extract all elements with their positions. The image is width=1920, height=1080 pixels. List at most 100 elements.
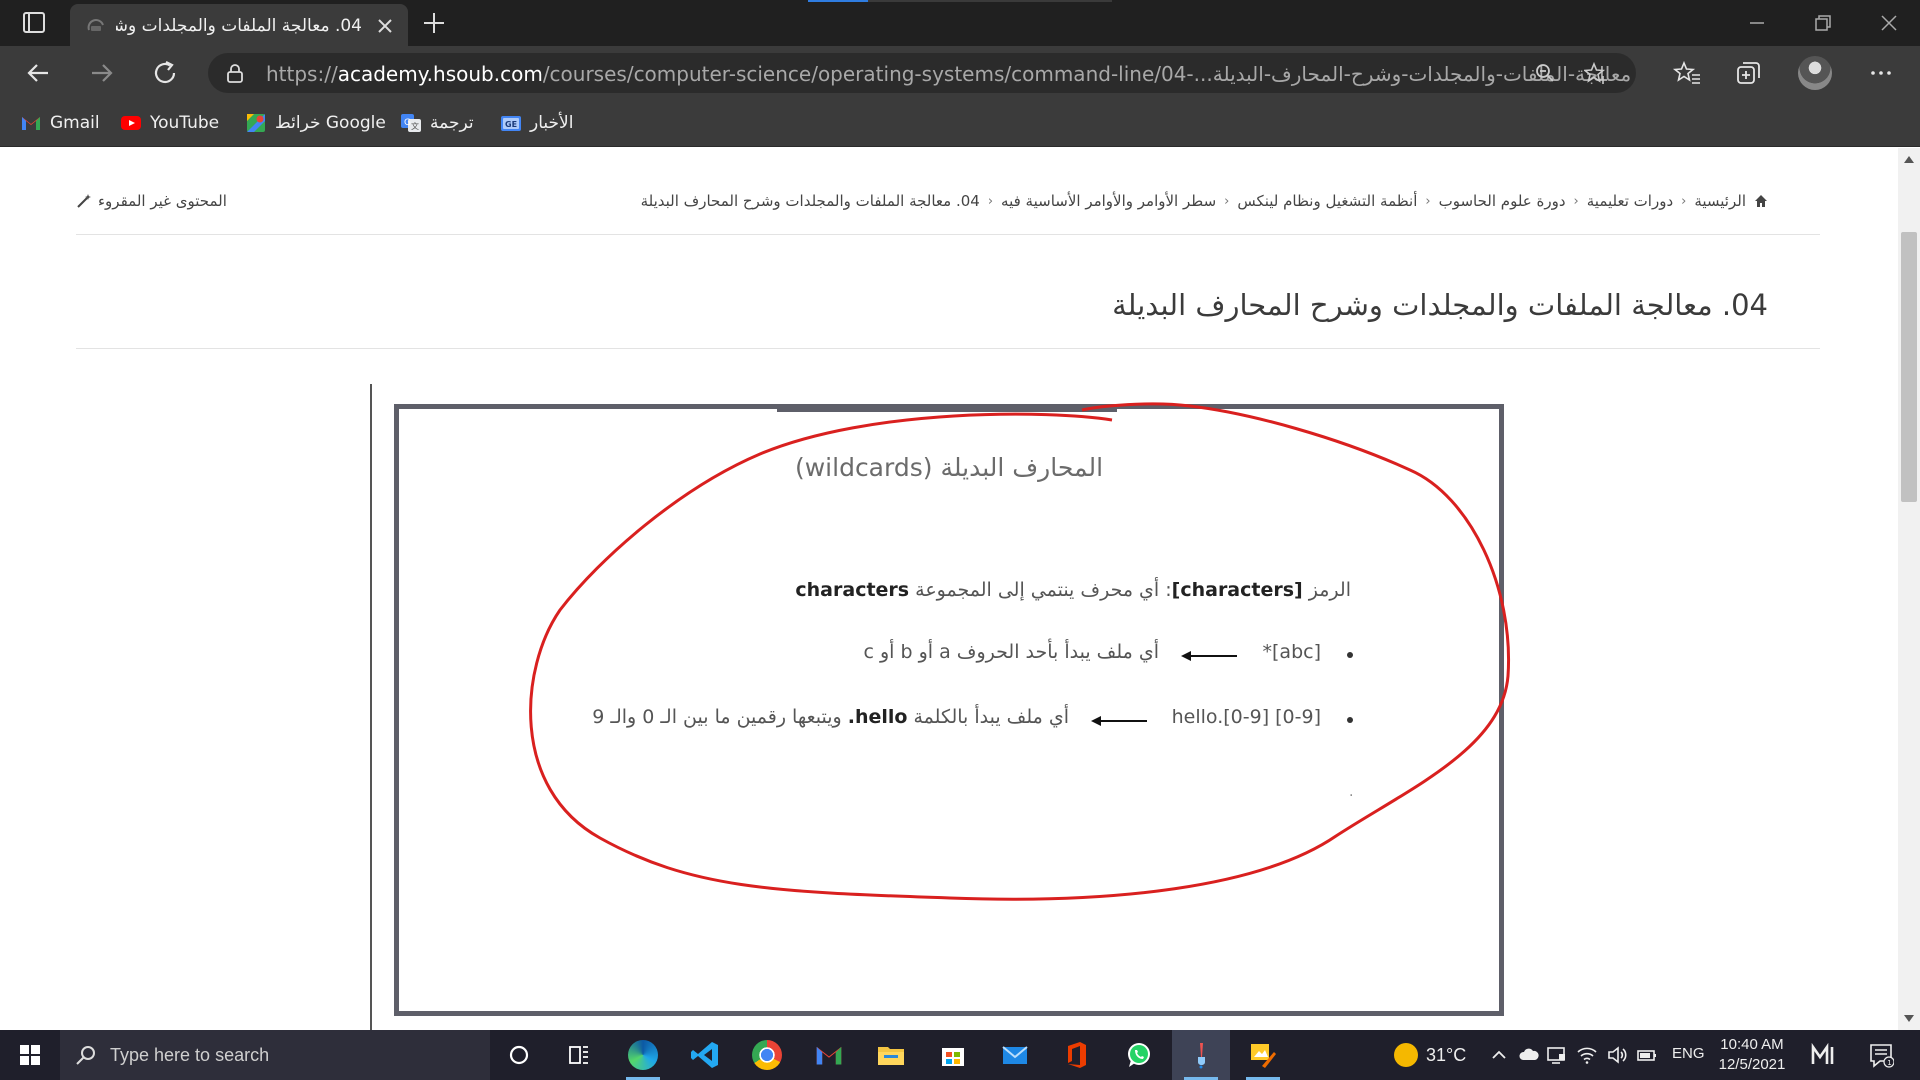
taskbar-search[interactable]: Type here to search	[60, 1030, 490, 1080]
close-window-icon[interactable]	[1878, 12, 1900, 34]
bookmark-gmail[interactable]: Gmail	[20, 110, 100, 136]
breadcrumb-home[interactable]: الرئيسية	[1694, 192, 1746, 210]
divider	[76, 234, 1820, 235]
taskbar-office[interactable]	[1048, 1030, 1106, 1080]
unread-content-link[interactable]: المحتوى غير المقروء	[76, 192, 227, 210]
intro-set: characters	[795, 579, 910, 601]
add-favorite-icon[interactable]	[1584, 61, 1608, 85]
battery-icon[interactable]	[1636, 1044, 1658, 1066]
windows-taskbar: Type here to search 31°C ENG 10:40 AM 12…	[0, 1030, 1920, 1080]
desc-bold: hello.	[847, 706, 908, 728]
lock-icon[interactable]	[224, 62, 246, 84]
bookmark-maps[interactable]: خرائط Google	[245, 110, 386, 136]
taskbar-paint-app[interactable]	[1172, 1030, 1230, 1080]
search-icon	[76, 1046, 95, 1065]
loading-indicator	[808, 0, 868, 2]
chrome-icon	[752, 1040, 782, 1070]
url-text[interactable]: https://academy.hsoub.com/courses/comput…	[266, 62, 1631, 86]
close-tab-icon[interactable]	[374, 15, 396, 37]
breadcrumb: الرئيسية ‹ دورات تعليمية ‹ دورة علوم الح…	[641, 192, 1768, 210]
paint-brush-icon	[1198, 1043, 1205, 1069]
notification-icon[interactable]: 1	[1868, 1042, 1894, 1068]
taskbar-mail[interactable]	[986, 1030, 1044, 1080]
favorites-icon[interactable]	[1672, 58, 1702, 88]
scroll-down-icon[interactable]	[1903, 1014, 1915, 1024]
taskbar-file-explorer[interactable]	[862, 1030, 920, 1080]
maps-icon	[247, 114, 265, 132]
cortana-button[interactable]	[490, 1030, 548, 1080]
taskbar-gmail[interactable]	[800, 1030, 858, 1080]
breadcrumb-separator-icon: ‹	[1573, 193, 1579, 209]
bookmark-translate[interactable]: G文 ترجمة	[400, 110, 474, 136]
taskbar-chrome[interactable]	[738, 1030, 796, 1080]
wifi-icon[interactable]	[1576, 1044, 1598, 1066]
new-tab-icon[interactable]	[420, 9, 448, 37]
tab-actions-icon[interactable]	[18, 10, 50, 36]
start-button[interactable]	[0, 1030, 60, 1080]
forward-icon[interactable]	[86, 58, 116, 88]
cloud-icon[interactable]	[1518, 1044, 1540, 1066]
slide-top-bar	[777, 404, 1117, 412]
page-content: الرئيسية ‹ دورات تعليمية ‹ دورة علوم الح…	[0, 148, 1898, 1030]
url-path: /courses/computer-science/operating-syst…	[542, 62, 1632, 86]
arrow-left-icon	[1181, 651, 1237, 661]
whatsapp-icon	[1128, 1043, 1150, 1067]
breadcrumb-command-line[interactable]: سطر الأوامر والأوامر الأساسية فيه	[1001, 192, 1216, 210]
task-view-button[interactable]	[550, 1030, 608, 1080]
breadcrumb-current: 04. معالجة الملفات والمجلدات وشرح المحار…	[640, 192, 980, 210]
page-title: 04. معالجة الملفات والمجلدات وشرح المحار…	[1112, 288, 1768, 322]
chevron-up-icon[interactable]	[1488, 1044, 1510, 1066]
translate-icon: G文	[401, 114, 421, 132]
bullet-code: hello.[0-9] [0-9]	[1171, 706, 1321, 728]
bookmark-news[interactable]: GE الأخبار	[500, 110, 573, 136]
profile-avatar[interactable]	[1798, 56, 1832, 90]
clock-date: 12/5/2021	[1718, 1056, 1786, 1073]
search-placeholder: Type here to search	[110, 1044, 270, 1065]
back-icon[interactable]	[24, 58, 54, 88]
volume-icon[interactable]	[1606, 1044, 1628, 1066]
desc-part: ويتبعها رقمين ما بين الـ 0 والـ 9	[592, 706, 848, 728]
refresh-icon[interactable]	[150, 58, 180, 88]
active-tab[interactable]: 04. معالجة الملفات والمجلدات وشرح المحار…	[70, 4, 408, 46]
bookmark-label: الأخبار	[530, 113, 574, 133]
tab-strip-divider	[868, 0, 1112, 2]
display-icon[interactable]	[1546, 1044, 1568, 1066]
taskbar-clock[interactable]: 10:40 AM 12/5/2021	[1714, 1035, 1790, 1075]
vscode-icon	[691, 1042, 718, 1068]
home-icon[interactable]	[1754, 194, 1768, 208]
meet-app-icon[interactable]	[1810, 1042, 1838, 1068]
input-language[interactable]: ENG	[1672, 1045, 1705, 1062]
bullet-dot-icon	[1347, 652, 1353, 658]
trailing-dot: .	[1349, 784, 1354, 800]
breadcrumb-separator-icon: ‹	[1681, 193, 1687, 209]
restore-icon[interactable]	[1812, 12, 1834, 34]
breadcrumb-separator-icon: ‹	[987, 193, 994, 209]
more-options-icon[interactable]	[1866, 58, 1896, 88]
breadcrumb-courses[interactable]: دورات تعليمية	[1587, 192, 1673, 210]
page-scrollbar[interactable]	[1898, 148, 1920, 1030]
temperature: 31°C	[1426, 1044, 1467, 1065]
minimize-icon[interactable]	[1746, 12, 1768, 34]
collections-icon[interactable]	[1734, 58, 1764, 88]
address-bar[interactable]: https://academy.hsoub.com/courses/comput…	[208, 53, 1636, 93]
bookmark-youtube[interactable]: YouTube	[120, 110, 219, 136]
video-container-edge	[370, 384, 372, 1030]
magic-wand-icon	[77, 194, 91, 208]
taskbar-whatsapp[interactable]	[1110, 1030, 1168, 1080]
folder-icon	[878, 1047, 904, 1065]
lesson-slide: المحارف البديلة (wildcards) الرمز [chara…	[394, 404, 1504, 1016]
store-icon	[942, 1048, 964, 1066]
breadcrumb-cs-course[interactable]: دورة علوم الحاسوب	[1439, 192, 1566, 210]
cortana-icon	[509, 1045, 529, 1065]
task-view-icon	[569, 1046, 588, 1064]
breadcrumb-separator-icon: ‹	[1224, 193, 1230, 209]
taskbar-store[interactable]	[924, 1030, 982, 1080]
taskbar-photos[interactable]	[1234, 1030, 1292, 1080]
weather-widget[interactable]: 31°C	[1394, 1030, 1466, 1080]
taskbar-edge[interactable]	[614, 1030, 672, 1080]
taskbar-vscode[interactable]	[676, 1030, 734, 1080]
zoom-out-icon[interactable]	[1534, 62, 1556, 84]
breadcrumb-os[interactable]: أنظمة التشغيل ونظام لينكس	[1237, 192, 1417, 210]
scroll-up-icon[interactable]	[1903, 154, 1915, 164]
scrollbar-thumb[interactable]	[1901, 232, 1917, 502]
